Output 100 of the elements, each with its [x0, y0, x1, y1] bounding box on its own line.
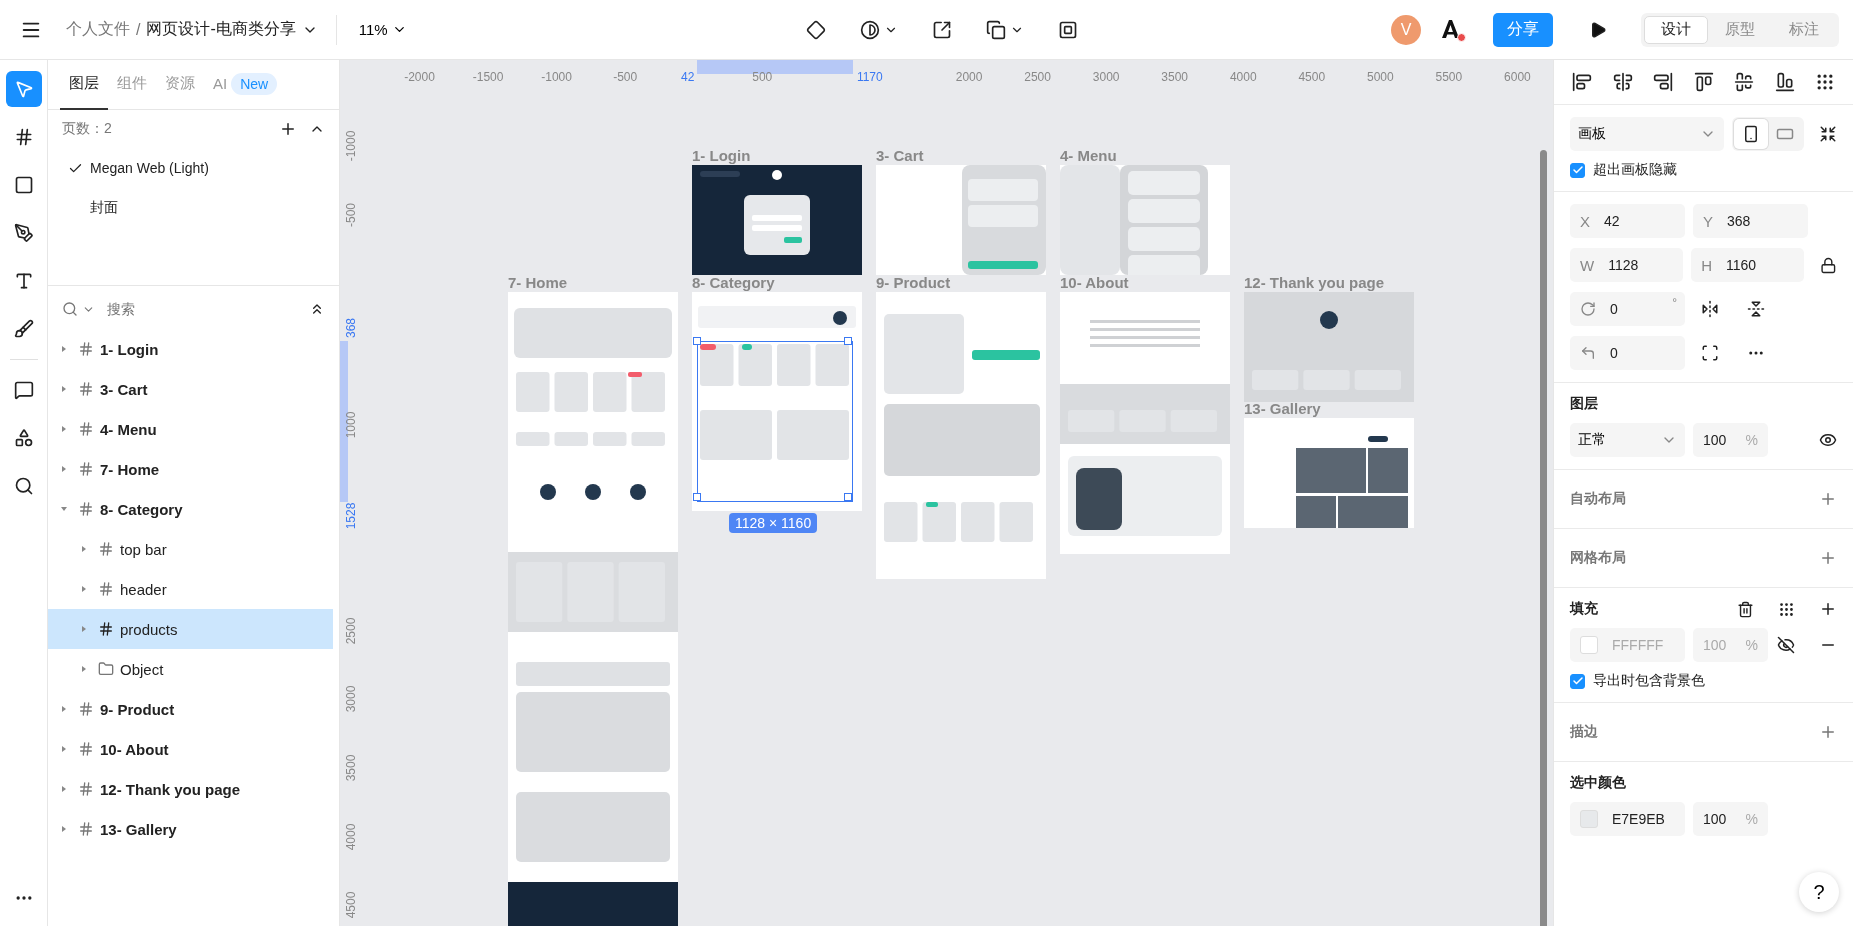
layer-item[interactable]: products	[48, 609, 333, 649]
flip-horizontal-icon[interactable]	[1701, 300, 1719, 318]
ruler-label: 4500	[1298, 70, 1326, 84]
align-middle-icon[interactable]	[1734, 72, 1754, 92]
lock-icon[interactable]	[1820, 256, 1837, 274]
size-field[interactable]: W 1128	[1570, 248, 1684, 282]
checkbox[interactable]	[1570, 673, 1585, 689]
checkbox[interactable]	[1570, 162, 1585, 178]
ruler-label: -500	[613, 70, 638, 84]
resize-handle[interactable]	[693, 493, 701, 501]
resize-handle[interactable]	[844, 337, 852, 345]
opacity-field[interactable]: 100 %	[1693, 423, 1768, 457]
mode-tab[interactable]: 设计	[1644, 15, 1708, 44]
align-bottom-icon[interactable]	[1774, 72, 1795, 92]
layer-item[interactable]: top bar	[48, 529, 333, 569]
portrait-icon	[1742, 125, 1760, 143]
frame-icon	[78, 821, 94, 837]
ruler-label: 6000	[1504, 70, 1531, 84]
ruler-label: -1000	[344, 131, 358, 162]
distribute-icon[interactable]	[1815, 72, 1835, 92]
zoom-dropdown[interactable]: 11%	[354, 17, 411, 42]
breadcrumb-separator: /	[136, 20, 141, 39]
corners-icon[interactable]	[1701, 344, 1719, 362]
add-icon[interactable]	[279, 120, 297, 138]
ruler-label: -2000	[404, 70, 435, 84]
eye-icon[interactable]	[1819, 431, 1837, 449]
ruler-label: 1000	[344, 411, 358, 439]
layer-item[interactable]: 4- Menu	[48, 409, 333, 449]
section-title: 选中颜色	[1570, 774, 1626, 792]
page-item[interactable]: Megan Web (Light)	[48, 148, 339, 188]
portrait-button[interactable]	[1734, 119, 1768, 149]
align-right-icon[interactable]	[1653, 72, 1673, 92]
resize-handle[interactable]	[844, 493, 852, 501]
layer-item[interactable]: header	[48, 569, 333, 609]
file-name[interactable]: 网页设计-电商类分享	[146, 19, 296, 40]
styles-icon[interactable]	[1778, 600, 1795, 618]
corner-radius-icon	[1580, 345, 1596, 361]
ruler-label: 5000	[1367, 70, 1394, 84]
ruler-label: 3000	[1092, 70, 1120, 84]
layer-search-field[interactable]: 搜索	[105, 300, 305, 318]
layer-item[interactable]: Object	[48, 649, 333, 689]
ruler-label: 4500	[344, 891, 358, 919]
layer-item[interactable]: 1- Login	[48, 329, 333, 369]
frame-icon	[98, 541, 114, 557]
flip-vertical-icon[interactable]	[1747, 300, 1765, 318]
align-top-icon[interactable]	[1693, 72, 1714, 92]
layer-item[interactable]: 10- About	[48, 729, 333, 769]
panel-tab[interactable]: 图层	[60, 59, 108, 110]
resize-handle[interactable]	[693, 337, 701, 345]
align-left-icon[interactable]	[1572, 72, 1592, 92]
ruler-label: -1000	[541, 70, 572, 84]
layer-item[interactable]: 9- Product	[48, 689, 333, 729]
ruler-label: 368	[344, 318, 358, 339]
color-swatch[interactable]	[1580, 636, 1598, 654]
align-center-icon[interactable]	[1612, 72, 1633, 92]
ruler-label: 4000	[1229, 70, 1257, 84]
layer-item[interactable]: 13- Gallery	[48, 809, 333, 849]
pointer-icon[interactable]	[5, 71, 42, 107]
layer-item[interactable]: 3- Cart	[48, 369, 333, 409]
breadcrumb-parent[interactable]: 个人文件	[66, 19, 130, 40]
ruler-label: 5500	[1435, 70, 1463, 84]
new-badge: New	[231, 72, 278, 95]
rotate-icon	[1580, 301, 1596, 317]
opacity-field[interactable]: 100 %	[1693, 802, 1768, 836]
font-alert-icon[interactable]	[1439, 17, 1463, 42]
ruler-label: 2500	[344, 617, 358, 645]
ruler-label: -1500	[472, 70, 504, 84]
size-field[interactable]: H 1160	[1691, 248, 1805, 282]
layer-item[interactable]: 8- Category	[48, 489, 333, 529]
layer-item[interactable]: 12- Thank you page	[48, 769, 333, 809]
radius-field[interactable]: 0	[1570, 336, 1685, 370]
frame-icon	[78, 461, 94, 477]
blend-dropdown[interactable]: 正常	[1570, 423, 1685, 457]
ruler-label: 1528	[344, 502, 358, 530]
ruler-label: 500	[752, 70, 773, 84]
frame-icon	[78, 781, 94, 797]
folder-icon	[98, 661, 114, 677]
rotation-field[interactable]: 0 °	[1570, 292, 1685, 326]
add-icon[interactable]	[1819, 600, 1837, 618]
frame-icon	[78, 501, 94, 517]
color-swatch[interactable]	[1580, 810, 1598, 828]
scrollbar[interactable]	[1540, 150, 1547, 926]
frame-icon	[78, 701, 94, 717]
position-field[interactable]: X 42	[1570, 204, 1685, 238]
page-item[interactable]: 封面	[48, 188, 339, 228]
section-title: 填充	[1570, 600, 1598, 618]
position-field[interactable]: Y 368	[1693, 204, 1808, 238]
pages-count: 页数：2	[62, 120, 112, 138]
ruler-label: 3500	[344, 754, 358, 782]
help-button[interactable]: ?	[1799, 872, 1839, 912]
layer-item[interactable]: 7- Home	[48, 449, 333, 489]
frame-preset-dropdown[interactable]: 画板	[1570, 117, 1724, 151]
eye-closed-icon[interactable]	[1777, 636, 1795, 654]
search-icon	[62, 301, 78, 317]
color-field[interactable]: E7E9EB	[1570, 802, 1685, 836]
checkbox-label: 导出时包含背景色	[1593, 672, 1705, 690]
shrink-icon[interactable]	[1819, 125, 1837, 143]
trash-icon[interactable]	[1737, 600, 1754, 618]
size-badge: 1128 × 1160	[729, 513, 818, 533]
frame-icon	[78, 341, 94, 357]
